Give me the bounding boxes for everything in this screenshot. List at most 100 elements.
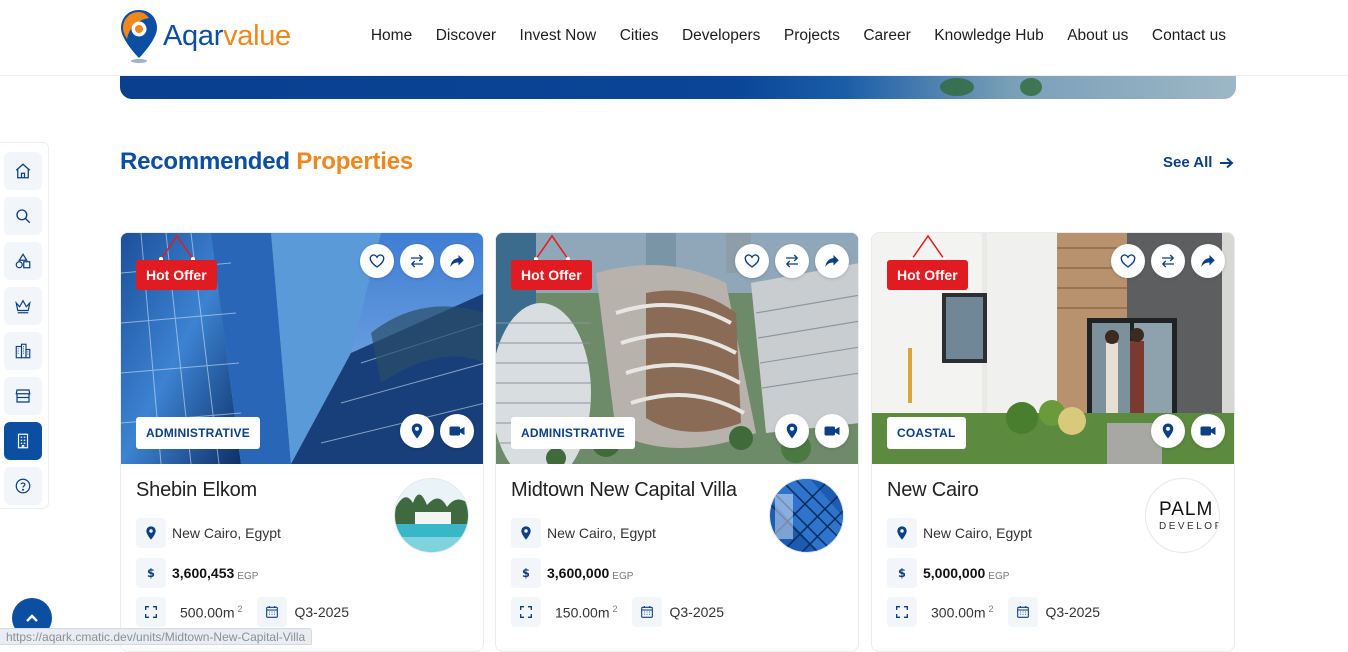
sidebar-home[interactable]	[4, 152, 42, 190]
developer-logo[interactable]: PALM H DEVELOP	[1145, 478, 1220, 553]
sidebar-search[interactable]	[4, 197, 42, 235]
price-value: 3,600,000	[547, 565, 610, 581]
heart-icon	[1120, 254, 1136, 268]
nav-invest-now[interactable]: Invest Now	[520, 27, 597, 45]
property-card[interactable]: Hot Offer ADMINISTRATIVE Midtown New Cap…	[495, 232, 859, 652]
map-pin-icon	[1162, 423, 1174, 439]
map-pin-icon	[146, 526, 156, 540]
nav-projects[interactable]: Projects	[784, 27, 840, 45]
sidebar-office[interactable]	[4, 422, 42, 460]
crown-icon	[15, 299, 31, 314]
calendar-icon	[640, 606, 653, 618]
status-bar-url: https://aqark.cmatic.dev/units/Midtown-N…	[0, 628, 313, 645]
favorite-button[interactable]	[735, 244, 769, 278]
banner-tree	[1020, 78, 1042, 96]
property-title[interactable]: Midtown New Capital Villa	[511, 479, 737, 502]
video-button[interactable]	[440, 414, 474, 448]
price-row: $ 5,000,000 EGP	[887, 558, 1009, 588]
video-button[interactable]	[815, 414, 849, 448]
price-row: $ 3,600,453 EGP	[136, 558, 258, 588]
heart-icon	[744, 254, 760, 268]
property-type-badge: ADMINISTRATIVE	[511, 417, 635, 449]
currency-label: EGP	[612, 570, 634, 582]
help-icon	[15, 478, 31, 494]
favorite-button[interactable]	[1111, 244, 1145, 278]
property-title[interactable]: New Cairo	[887, 479, 979, 502]
chevron-up-icon	[26, 614, 38, 622]
video-camera-icon	[824, 426, 840, 436]
section-title: Recommended Properties	[120, 148, 414, 175]
compare-button[interactable]	[775, 244, 809, 278]
expand-area-icon	[520, 606, 532, 618]
expand-area-icon	[145, 606, 157, 618]
hero-banner-bottom	[120, 76, 1236, 99]
developer-logo[interactable]	[394, 478, 469, 553]
office-building-icon	[17, 433, 29, 449]
nav-career[interactable]: Career	[863, 27, 910, 45]
shapes-icon	[15, 253, 31, 269]
location-text: New Cairo, Egypt	[923, 525, 1032, 541]
sidebar-buildings[interactable]	[4, 332, 42, 370]
location-row: New Cairo, Egypt	[136, 518, 281, 548]
currency-label: EGP	[988, 570, 1010, 582]
developer-logo[interactable]	[769, 478, 844, 553]
compare-arrows-icon	[1161, 254, 1175, 268]
property-card[interactable]: Hot Offer ADMINISTRATIVE Shebin Elkom Ne…	[120, 232, 484, 652]
location-row: New Cairo, Egypt	[887, 518, 1032, 548]
nav-cities[interactable]: Cities	[620, 27, 659, 45]
nav-contact-us[interactable]: Contact us	[1152, 27, 1226, 45]
nav-discover[interactable]: Discover	[436, 27, 496, 45]
map-button[interactable]	[1151, 414, 1185, 448]
nav-home[interactable]: Home	[371, 27, 412, 45]
expand-area-icon	[896, 606, 908, 618]
quick-sidebar	[0, 142, 49, 509]
compare-button[interactable]	[400, 244, 434, 278]
property-image[interactable]: Hot Offer ADMINISTRATIVE	[496, 233, 858, 464]
site-header: Aqarvalue Home Discover Invest Now Citie…	[0, 0, 1348, 76]
sidebar-premium[interactable]	[4, 287, 42, 325]
location-text: New Cairo, Egypt	[172, 525, 281, 541]
map-pin-logo-icon	[121, 10, 157, 63]
map-button[interactable]	[775, 414, 809, 448]
map-button[interactable]	[400, 414, 434, 448]
map-pin-icon	[786, 423, 798, 439]
property-image[interactable]: Hot Offer COASTAL	[872, 233, 1234, 464]
main-nav: Home Discover Invest Now Cities Develope…	[347, 27, 1226, 45]
price-value: 5,000,000	[923, 565, 986, 581]
share-icon	[1201, 255, 1215, 267]
video-camera-icon	[1200, 426, 1216, 436]
share-button[interactable]	[440, 244, 474, 278]
nav-knowledge-hub[interactable]: Knowledge Hub	[934, 27, 1043, 45]
calendar-icon	[1016, 606, 1029, 618]
sidebar-shapes[interactable]	[4, 242, 42, 280]
see-all-link[interactable]: See All	[1163, 154, 1234, 171]
property-card[interactable]: Hot Offer COASTAL New Cairo PALM H DEVEL…	[871, 232, 1235, 652]
share-button[interactable]	[815, 244, 849, 278]
specs-row: 500.00m 2 Q3-2025	[136, 597, 349, 627]
property-image[interactable]: Hot Offer ADMINISTRATIVE	[121, 233, 483, 464]
specs-row: 300.00m 2 Q3-2025	[887, 597, 1100, 627]
video-button[interactable]	[1191, 414, 1225, 448]
map-pin-icon	[521, 526, 531, 540]
nav-developers[interactable]: Developers	[682, 27, 760, 45]
arrow-right-icon	[1220, 157, 1234, 168]
sidebar-help[interactable]	[4, 467, 42, 505]
compare-button[interactable]	[1151, 244, 1185, 278]
map-pin-icon	[411, 423, 423, 439]
share-icon	[825, 255, 839, 267]
dollar-icon: $	[522, 566, 530, 580]
dollar-icon: $	[147, 566, 155, 580]
svg-text:$: $	[522, 566, 530, 580]
share-button[interactable]	[1191, 244, 1225, 278]
heart-icon	[369, 254, 385, 268]
share-icon	[450, 255, 464, 267]
delivery-date: Q3-2025	[294, 604, 349, 620]
property-title[interactable]: Shebin Elkom	[136, 479, 257, 502]
sidebar-store[interactable]	[4, 377, 42, 415]
hot-offer-badge: Hot Offer	[511, 260, 592, 290]
video-camera-icon	[449, 426, 465, 436]
brand-logo[interactable]: Aqarvalue	[119, 8, 291, 64]
hot-offer-hanger	[910, 234, 946, 261]
nav-about-us[interactable]: About us	[1067, 27, 1128, 45]
favorite-button[interactable]	[360, 244, 394, 278]
